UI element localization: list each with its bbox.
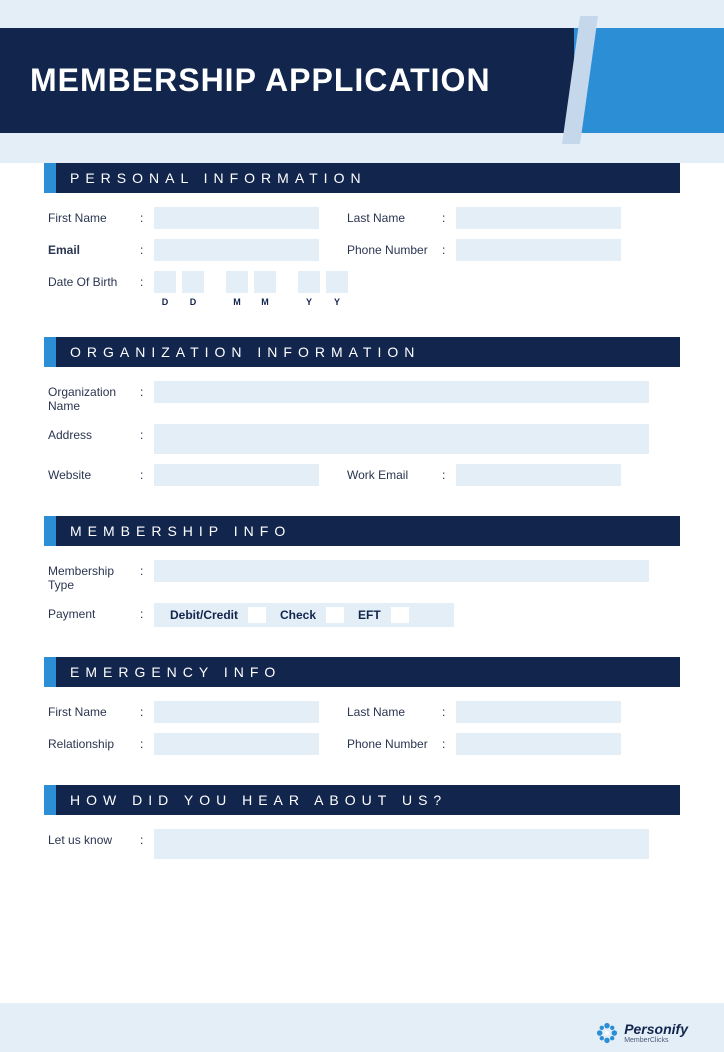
section-header-membership: MEMBERSHIP INFO — [44, 516, 680, 546]
payment-debit-checkbox[interactable] — [248, 607, 266, 623]
section-title: HOW DID YOU HEAR ABOUT US? — [56, 785, 680, 815]
colon: : — [442, 701, 456, 719]
phone-label: Phone Number — [347, 239, 442, 257]
emergency-last-name-field[interactable] — [456, 701, 621, 723]
colon: : — [140, 701, 154, 719]
email-field[interactable] — [154, 239, 319, 261]
dob-code: D — [190, 297, 197, 307]
last-name-field[interactable] — [456, 207, 621, 229]
website-field[interactable] — [154, 464, 319, 486]
emergency-last-name-label: Last Name — [347, 701, 442, 719]
form-page: PERSONAL INFORMATION First Name : Last N… — [0, 163, 724, 1003]
section-title: PERSONAL INFORMATION — [56, 163, 680, 193]
email-label: Email — [48, 239, 140, 257]
first-name-label: First Name — [48, 207, 140, 225]
colon: : — [140, 239, 154, 257]
work-email-label: Work Email — [347, 464, 442, 482]
emergency-first-name-field[interactable] — [154, 701, 319, 723]
dob-label: Date Of Birth — [48, 271, 140, 289]
personify-icon — [596, 1022, 618, 1044]
colon: : — [442, 207, 456, 225]
colon: : — [140, 424, 154, 442]
let-us-know-label: Let us know — [48, 829, 140, 847]
logo-text: Personify MemberClicks — [624, 1022, 688, 1044]
dob-code: M — [233, 297, 241, 307]
website-label: Website — [48, 464, 140, 482]
accent-bar — [44, 516, 56, 546]
colon: : — [140, 829, 154, 847]
colon: : — [140, 271, 154, 289]
section-header-org: ORGANIZATION INFORMATION — [44, 337, 680, 367]
logo-sub: MemberClicks — [624, 1037, 688, 1044]
membership-type-field[interactable] — [154, 560, 649, 582]
logo-name: Personify — [624, 1022, 688, 1036]
section-title: MEMBERSHIP INFO — [56, 516, 680, 546]
phone-field[interactable] — [456, 239, 621, 261]
let-us-know-field[interactable] — [154, 829, 649, 859]
emergency-phone-label: Phone Number — [347, 733, 442, 751]
first-name-field[interactable] — [154, 207, 319, 229]
payment-check-checkbox[interactable] — [326, 607, 344, 623]
payment-options: Debit/Credit Check EFT — [154, 603, 454, 627]
dob-d1-field[interactable] — [154, 271, 176, 293]
accent-bar — [44, 657, 56, 687]
address-label: Address — [48, 424, 140, 442]
emergency-phone-field[interactable] — [456, 733, 621, 755]
accent-bar — [44, 337, 56, 367]
org-name-label: Organization Name — [48, 381, 140, 414]
dob-y2-field[interactable] — [326, 271, 348, 293]
colon: : — [140, 733, 154, 751]
payment-option-eft: EFT — [348, 608, 387, 622]
relationship-field[interactable] — [154, 733, 319, 755]
accent-bar — [44, 163, 56, 193]
payment-option-check: Check — [270, 608, 322, 622]
footer-logo: Personify MemberClicks — [596, 1022, 688, 1044]
colon: : — [442, 464, 456, 482]
colon: : — [140, 464, 154, 482]
address-field[interactable] — [154, 424, 649, 454]
org-name-field[interactable] — [154, 381, 649, 403]
dob-code: Y — [306, 297, 312, 307]
relationship-label: Relationship — [48, 733, 140, 751]
dob-code: M — [261, 297, 269, 307]
colon: : — [140, 207, 154, 225]
section-title: EMERGENCY INFO — [56, 657, 680, 687]
payment-option-debit: Debit/Credit — [160, 608, 244, 622]
dob-boxes: D D M M Y Y — [154, 271, 348, 307]
last-name-label: Last Name — [347, 207, 442, 225]
colon: : — [442, 239, 456, 257]
colon: : — [140, 381, 154, 399]
dob-m2-field[interactable] — [254, 271, 276, 293]
section-header-emergency: EMERGENCY INFO — [44, 657, 680, 687]
colon: : — [140, 603, 154, 621]
banner-blue-block — [574, 28, 724, 133]
section-header-personal: PERSONAL INFORMATION — [44, 163, 680, 193]
colon: : — [140, 560, 154, 578]
emergency-first-name-label: First Name — [48, 701, 140, 719]
accent-bar — [44, 785, 56, 815]
banner: MEMBERSHIP APPLICATION — [0, 28, 724, 133]
dob-code: D — [162, 297, 169, 307]
payment-eft-checkbox[interactable] — [391, 607, 409, 623]
section-header-hear: HOW DID YOU HEAR ABOUT US? — [44, 785, 680, 815]
colon: : — [442, 733, 456, 751]
work-email-field[interactable] — [456, 464, 621, 486]
dob-code: Y — [334, 297, 340, 307]
dob-y1-field[interactable] — [298, 271, 320, 293]
section-title: ORGANIZATION INFORMATION — [56, 337, 680, 367]
membership-type-label: Membership Type — [48, 560, 140, 593]
payment-label: Payment — [48, 603, 140, 621]
dob-m1-field[interactable] — [226, 271, 248, 293]
dob-d2-field[interactable] — [182, 271, 204, 293]
